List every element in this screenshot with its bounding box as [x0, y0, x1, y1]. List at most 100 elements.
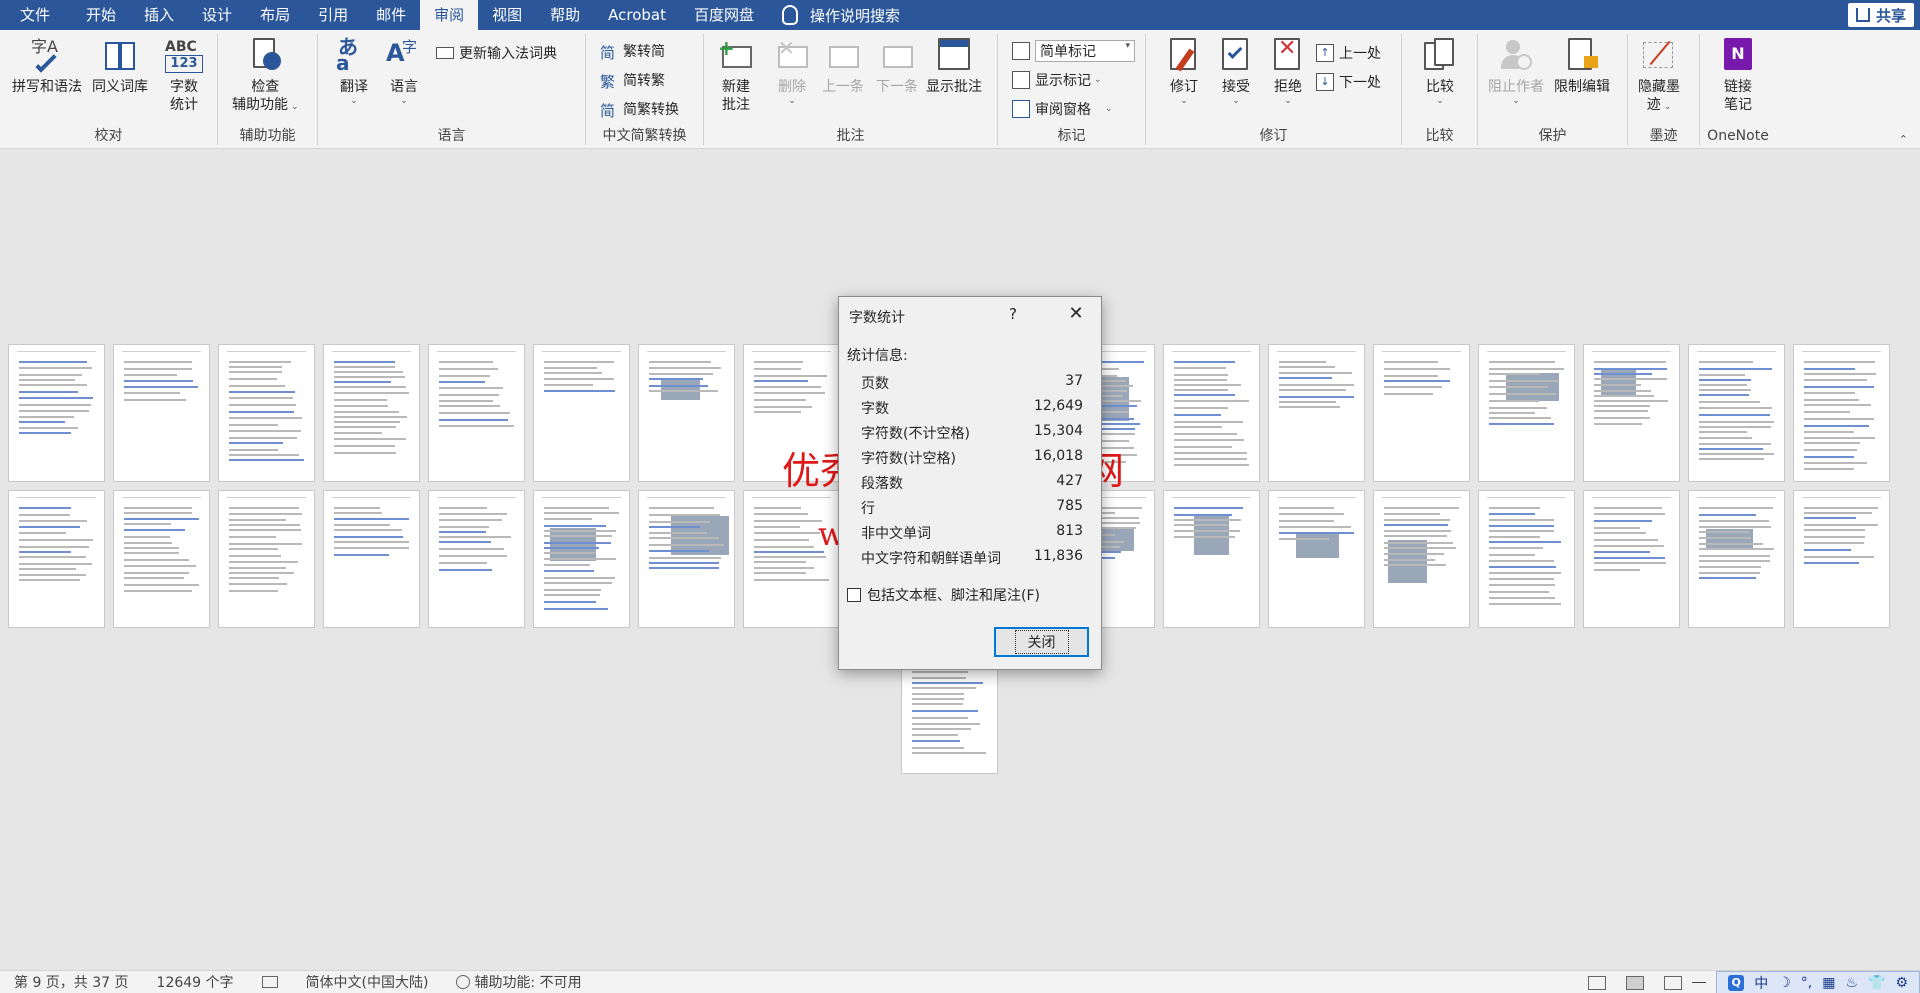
- ime-punctuation-icon[interactable]: °,: [1801, 975, 1812, 991]
- ime-half-width-icon[interactable]: ☽: [1778, 975, 1791, 991]
- ime-keyboard-icon[interactable]: ▦: [1822, 975, 1835, 991]
- language-button[interactable]: A 字 语言 ⌄: [386, 38, 422, 106]
- zoom-out-icon[interactable]: [1692, 982, 1707, 983]
- compare-button[interactable]: 比较 ⌄: [1422, 38, 1458, 106]
- help-button[interactable]: ?: [1009, 305, 1017, 323]
- page-thumbnail[interactable]: [1793, 490, 1890, 628]
- stat-value: 427: [1056, 473, 1083, 489]
- print-layout-icon[interactable]: [1626, 975, 1645, 990]
- page-thumbnail[interactable]: [1268, 344, 1365, 482]
- tell-me-search[interactable]: 操作说明搜索: [782, 5, 900, 26]
- ime-logo-icon[interactable]: Q: [1728, 974, 1745, 991]
- page-indicator[interactable]: 第 9 页，共 37 页: [14, 972, 129, 992]
- tab-file[interactable]: 文件: [0, 0, 72, 30]
- ime-tools-icon[interactable]: ♨: [1845, 975, 1858, 991]
- show-markup-button[interactable]: 显示标记 ⌄: [1012, 69, 1102, 91]
- page-thumbnail[interactable]: [113, 344, 210, 482]
- link-notes-label-1: 链接: [1724, 79, 1752, 95]
- read-mode-icon[interactable]: [1588, 975, 1607, 990]
- page-thumbnail[interactable]: [1688, 490, 1785, 628]
- ime-settings-icon[interactable]: ⚙: [1895, 975, 1908, 991]
- simplified-to-traditional-button[interactable]: 繁 简转繁: [600, 69, 665, 91]
- track-changes-button[interactable]: 修订 ⌄: [1166, 38, 1202, 106]
- tab-mailings[interactable]: 邮件: [362, 0, 420, 30]
- chinese-conversion-button[interactable]: 简 简繁转换: [600, 98, 679, 120]
- page-thumbnail[interactable]: [533, 490, 630, 628]
- page-thumbnail[interactable]: [1163, 344, 1260, 482]
- proofing-status[interactable]: [261, 976, 278, 988]
- tab-baidu-netdisk[interactable]: 百度网盘: [680, 0, 768, 30]
- page-thumbnail[interactable]: [1373, 344, 1470, 482]
- ime-toolbar[interactable]: Q 中 ☽ °, ▦ ♨ 👕 ⚙: [1716, 971, 1920, 993]
- include-textboxes-checkbox[interactable]: 包括文本框、脚注和尾注(F): [847, 585, 1040, 605]
- page-thumbnail[interactable]: [218, 344, 315, 482]
- ime-chinese-mode[interactable]: 中: [1754, 973, 1768, 993]
- traditional-to-simplified-button[interactable]: 简 繁转简: [600, 40, 665, 62]
- tab-references[interactable]: 引用: [304, 0, 362, 30]
- accept-button[interactable]: 接受 ⌄: [1218, 38, 1254, 106]
- ime-skin-icon[interactable]: 👕: [1868, 975, 1885, 991]
- page-thumbnail[interactable]: [533, 344, 630, 482]
- tab-home[interactable]: 开始: [72, 0, 130, 30]
- hide-ink-button[interactable]: 隐藏墨 迹 ⌄: [1638, 38, 1680, 116]
- tab-acrobat[interactable]: Acrobat: [594, 0, 680, 30]
- page-thumbnail[interactable]: [8, 344, 105, 482]
- share-button[interactable]: 共享: [1847, 3, 1914, 27]
- next-comment-button[interactable]: 下一条: [876, 38, 918, 96]
- page-thumbnail[interactable]: [638, 490, 735, 628]
- linked-notes-button[interactable]: N 链接 笔记: [1720, 38, 1756, 114]
- markup-select[interactable]: 简单标记 ▾: [1012, 40, 1135, 62]
- page-thumbnail[interactable]: [323, 344, 420, 482]
- language-indicator[interactable]: 简体中文(中国大陆): [306, 972, 429, 992]
- page-thumbnail[interactable]: [1793, 344, 1890, 482]
- page-thumbnail[interactable]: [218, 490, 315, 628]
- page-thumbnail[interactable]: [1688, 344, 1785, 482]
- page-thumbnail[interactable]: [1268, 490, 1365, 628]
- page-thumbnail[interactable]: [1583, 490, 1680, 628]
- page-thumbnail[interactable]: [8, 490, 105, 628]
- page-thumbnail[interactable]: [743, 490, 840, 628]
- tab-view[interactable]: 视图: [478, 0, 536, 30]
- delete-comment-button[interactable]: ✕ 删除 ⌄: [774, 38, 810, 106]
- restrict-editing-button[interactable]: 限制编辑: [1554, 38, 1610, 96]
- close-button[interactable]: 关闭: [994, 627, 1089, 657]
- previous-change-button[interactable]: ↑ 上一处: [1316, 42, 1381, 64]
- tab-insert[interactable]: 插入: [130, 0, 188, 30]
- page-thumbnail[interactable]: [1583, 344, 1680, 482]
- checkbox-box[interactable]: [847, 588, 861, 602]
- page-thumbnail[interactable]: [1478, 490, 1575, 628]
- page-thumbnail[interactable]: [1373, 490, 1470, 628]
- spelling-grammar-button[interactable]: 字A 拼写和语法: [12, 38, 82, 96]
- tab-help[interactable]: 帮助: [536, 0, 594, 30]
- reject-button[interactable]: ✕ 拒绝 ⌄: [1270, 38, 1306, 106]
- page-thumbnail[interactable]: [428, 490, 525, 628]
- thesaurus-button[interactable]: 同义词库: [92, 38, 148, 96]
- stat-row: 字数 12,649: [861, 398, 1083, 420]
- close-icon[interactable]: ✕: [1061, 301, 1091, 327]
- tab-design[interactable]: 设计: [188, 0, 246, 30]
- word-count-button[interactable]: ABC 123 字数 统计: [165, 38, 203, 114]
- accessibility-indicator[interactable]: 辅助功能: 不可用: [456, 972, 582, 992]
- collapse-ribbon-icon[interactable]: ⌃: [1899, 133, 1908, 146]
- previous-change-icon: ↑: [1316, 44, 1334, 62]
- new-comment-button[interactable]: + 新建 批注: [718, 38, 754, 114]
- page-thumbnail[interactable]: [1478, 344, 1575, 482]
- previous-comment-button[interactable]: 上一条: [822, 38, 864, 96]
- update-ime-dictionary-button[interactable]: 更新输入法词典: [436, 42, 557, 64]
- reviewing-pane-button[interactable]: 审阅窗格 ⌄: [1012, 98, 1113, 120]
- next-change-button[interactable]: ↓ 下一处: [1316, 71, 1381, 93]
- tab-layout[interactable]: 布局: [246, 0, 304, 30]
- page-thumbnail[interactable]: [323, 490, 420, 628]
- translate-button[interactable]: あ a 翻译 ⌄: [336, 37, 372, 106]
- block-authors-button[interactable]: 阻止作者 ⌄: [1488, 38, 1544, 106]
- check-accessibility-button[interactable]: 检查 辅助功能 ⌄: [232, 38, 299, 116]
- page-thumbnail[interactable]: [743, 344, 840, 482]
- web-layout-icon[interactable]: [1664, 975, 1683, 990]
- tab-review[interactable]: 审阅: [420, 0, 479, 30]
- word-count-indicator[interactable]: 12649 个字: [157, 972, 234, 992]
- page-thumbnail[interactable]: [1163, 490, 1260, 628]
- page-thumbnail[interactable]: [638, 344, 735, 482]
- page-thumbnail[interactable]: [428, 344, 525, 482]
- page-thumbnail[interactable]: [113, 490, 210, 628]
- show-comments-button[interactable]: 显示批注: [926, 38, 982, 96]
